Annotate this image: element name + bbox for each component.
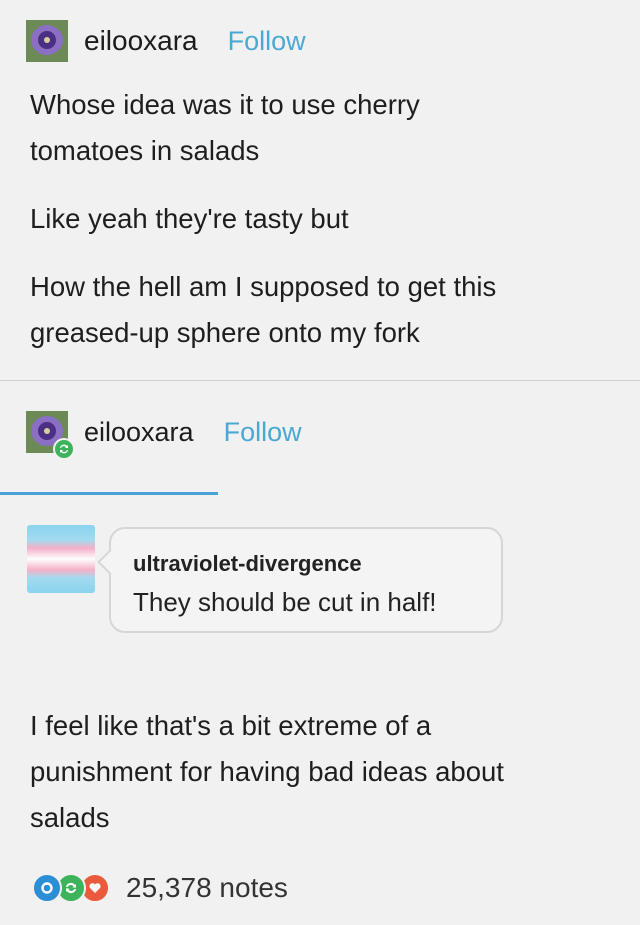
post2-username[interactable]: eilooxara bbox=[84, 417, 194, 448]
ask-text: They should be cut in half! bbox=[133, 587, 437, 617]
notes-count[interactable]: 25,378 notes bbox=[126, 872, 288, 904]
post1-username[interactable]: eilooxara bbox=[84, 25, 198, 57]
comment-icon[interactable] bbox=[32, 873, 62, 903]
post2-header: eilooxara Follow bbox=[26, 411, 302, 460]
flower-avatar-icon bbox=[26, 20, 68, 62]
post1-paragraph-3: How the hell am I supposed to get this g… bbox=[30, 271, 497, 348]
post2-answer: I feel like that's a bit extreme of a pu… bbox=[30, 710, 504, 833]
asker-username[interactable]: ultraviolet-divergence bbox=[133, 551, 362, 577]
ask-bubble: ultraviolet-divergence They should be cu… bbox=[109, 527, 503, 633]
post2-follow-button[interactable]: Follow bbox=[224, 417, 302, 448]
reblog-separator bbox=[0, 492, 218, 495]
user-avatar[interactable] bbox=[26, 20, 68, 62]
asker-avatar[interactable] bbox=[27, 525, 95, 593]
user-avatar-reblog[interactable] bbox=[26, 411, 75, 460]
post1-follow-button[interactable]: Follow bbox=[228, 26, 306, 57]
post1-header: eilooxara Follow bbox=[26, 20, 306, 62]
post-footer: 25,378 notes bbox=[32, 872, 288, 904]
post-divider bbox=[0, 380, 640, 381]
post1-paragraph-1: Whose idea was it to use cherry tomatoes… bbox=[30, 89, 420, 166]
post1-paragraph-2: Like yeah they're tasty but bbox=[30, 203, 349, 234]
reblog-badge-icon bbox=[53, 438, 75, 460]
